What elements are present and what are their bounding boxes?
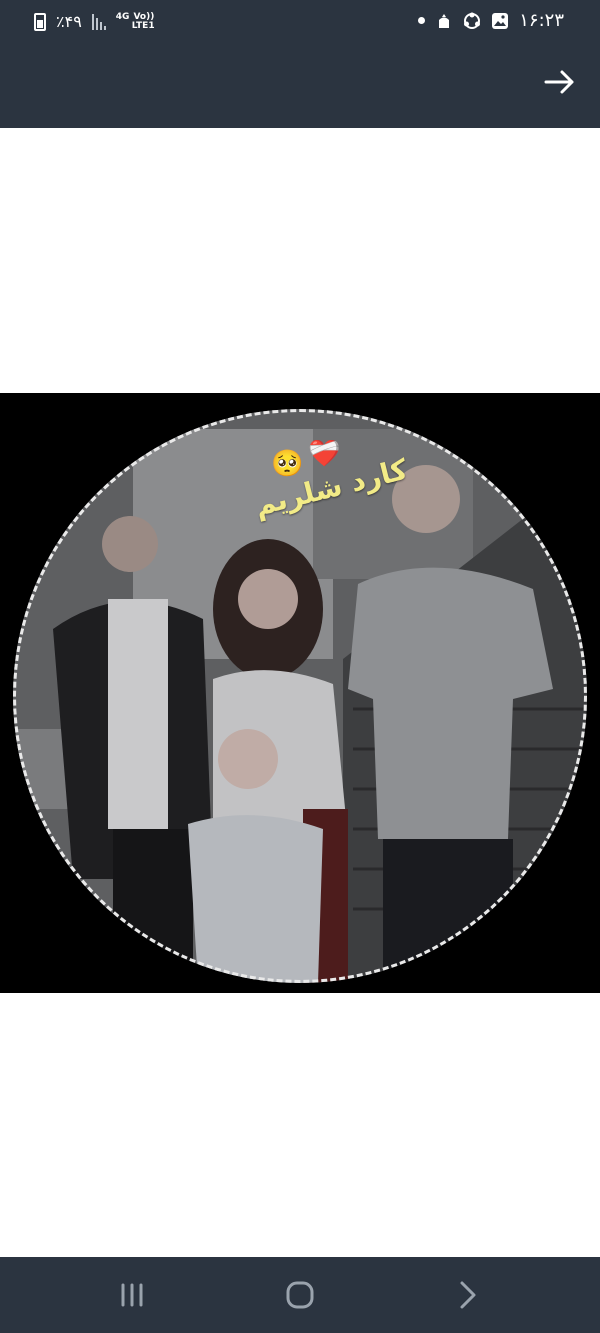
dashed-ring <box>13 409 587 983</box>
recent-apps-icon[interactable] <box>114 1277 150 1313</box>
battery-icon <box>34 12 46 31</box>
home-icon[interactable] <box>282 1277 318 1313</box>
status-bar: ٪۴۹ 4G Vo)) LTE1 ۱۶:۲۳ <box>0 0 600 44</box>
gallery-icon <box>492 12 509 29</box>
status-left: ٪۴۹ 4G Vo)) LTE1 <box>34 12 155 31</box>
navigation-bar <box>0 1257 600 1333</box>
app-bar: ٪۴۹ 4G Vo)) LTE1 ۱۶:۲۳ <box>0 0 600 128</box>
battery-text: ٪۴۹ <box>56 12 82 31</box>
notification-dot-icon <box>418 17 426 24</box>
network-indicator: 4G Vo)) LTE1 <box>115 11 155 31</box>
clock: ۱۶:۲۳ <box>519 10 564 31</box>
chevron-right-icon[interactable] <box>450 1277 486 1313</box>
network-gen: 4G <box>115 11 130 22</box>
arrow-right-icon[interactable] <box>542 64 578 100</box>
profile-photo[interactable]: ❤️‍🩹 🥺 کارد شلریم <box>0 393 600 993</box>
status-right: ۱۶:۲۳ <box>418 10 564 31</box>
network-lte: LTE1 <box>131 20 155 31</box>
share-icon <box>464 12 481 29</box>
signal-icon <box>91 13 106 30</box>
mosque-icon <box>439 13 450 28</box>
